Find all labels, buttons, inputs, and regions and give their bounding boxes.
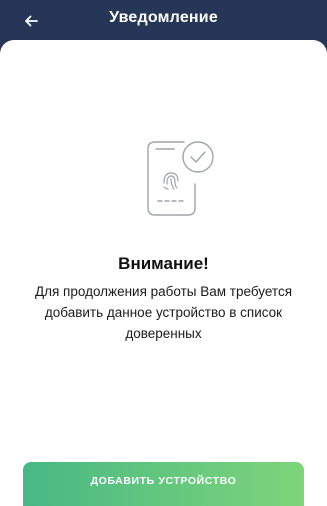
- screen: Уведомление Внимание! Для продолжения ра…: [0, 0, 327, 506]
- page-title: Уведомление: [109, 9, 218, 26]
- warning-message: Для продолжения работы Вам требуется доб…: [34, 284, 293, 341]
- phone-fingerprint-check-icon: [147, 141, 214, 216]
- warning-title: Внимание!: [118, 254, 209, 273]
- add-device-button[interactable]: ДОБАВИТЬ УСТРОЙСТВО: [23, 462, 304, 506]
- content-sheet-edge: [0, 40, 327, 70]
